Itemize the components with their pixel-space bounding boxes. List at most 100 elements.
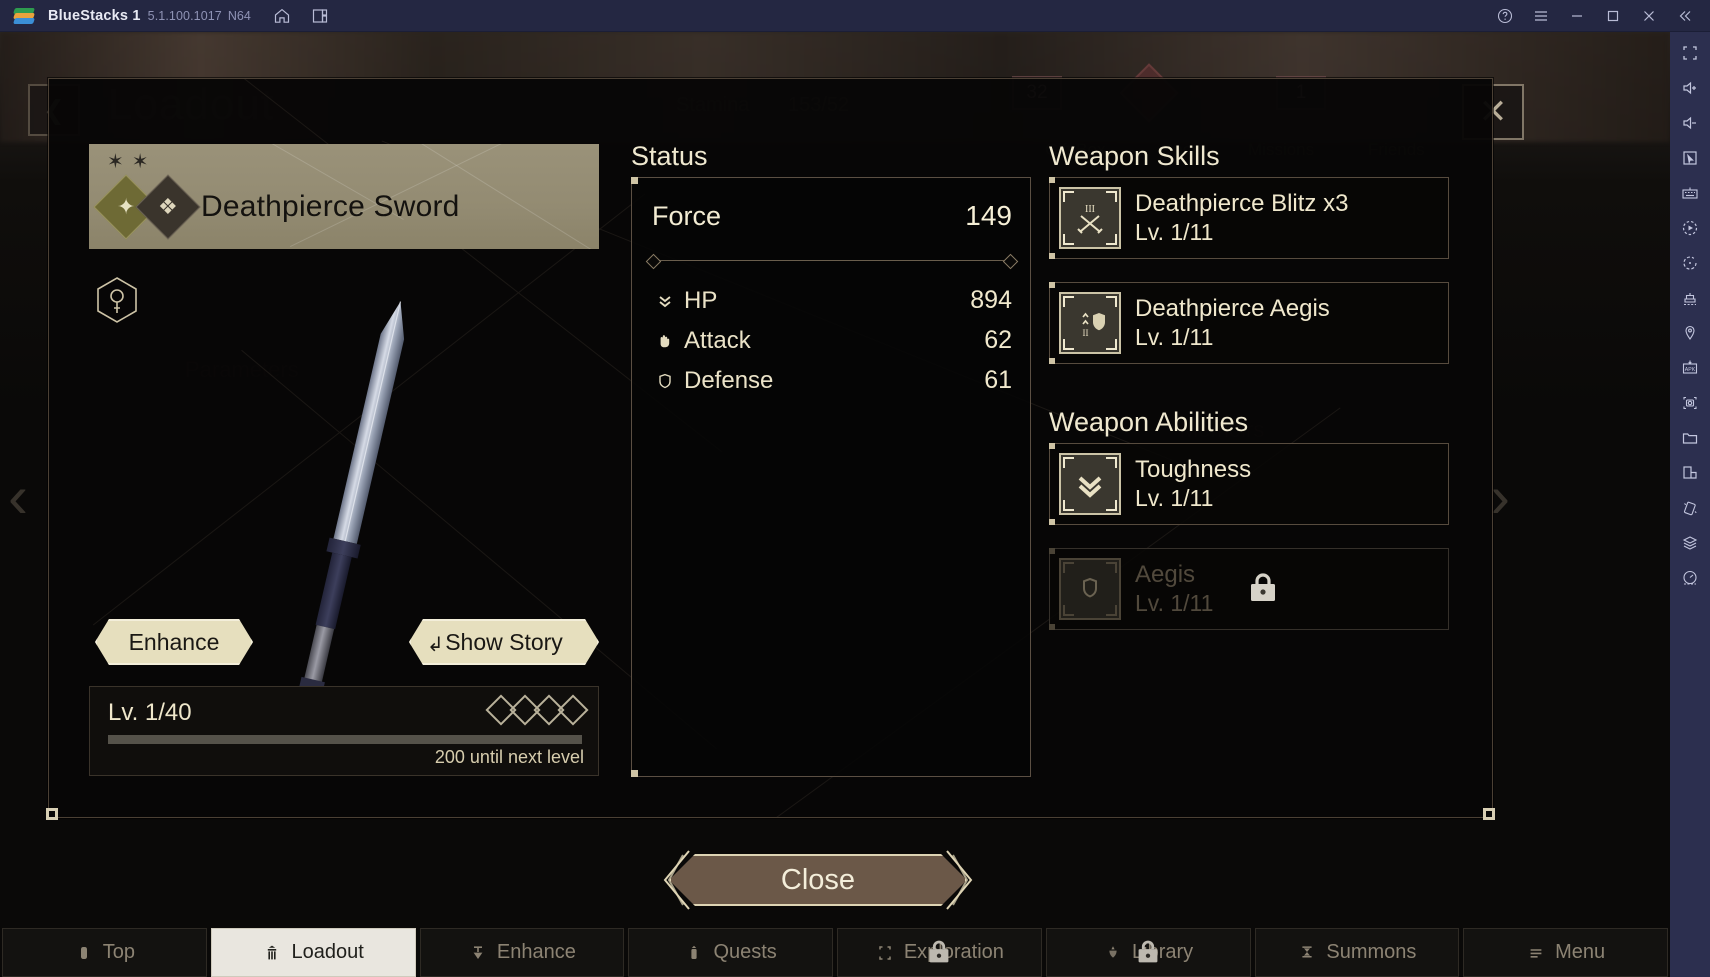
- summons-icon: [1297, 944, 1317, 962]
- card-corner-tl: [1049, 443, 1055, 449]
- home-icon[interactable]: [267, 4, 297, 28]
- stat-label: Attack: [684, 326, 751, 354]
- exploration-icon: [875, 944, 895, 962]
- background-carousel-prev[interactable]: ‹: [8, 462, 28, 531]
- tilt-icon[interactable]: [1677, 495, 1703, 521]
- show-story-button[interactable]: ↲ Show Story: [409, 619, 599, 665]
- enhance-icon: [468, 944, 488, 962]
- skill-level: Lv. 1/11: [1135, 324, 1214, 350]
- shield-icon: [1059, 558, 1121, 620]
- attack-fist-icon: [652, 332, 678, 350]
- svg-text:APK: APK: [1685, 367, 1696, 373]
- library-icon: [1103, 944, 1123, 962]
- nav-tab-menu[interactable]: Menu: [1463, 928, 1668, 977]
- weapon-exp-bar: [108, 735, 582, 744]
- weapon-ability-card[interactable]: Toughness Lv. 1/11: [1049, 443, 1449, 525]
- ability-name: Aegis: [1135, 561, 1196, 588]
- weapon-name: Deathpierce Sword: [201, 190, 460, 223]
- double-chevron-down-icon: [1059, 453, 1121, 515]
- status-panel: Force 149 HP 894 Attack 62 Defense 61: [631, 177, 1031, 777]
- nav-tab-label: Quests: [713, 941, 777, 963]
- close-button-wrap: Close: [661, 849, 975, 911]
- nav-tab-loadout[interactable]: Loadout: [210, 928, 416, 977]
- status-divider: [652, 260, 1012, 261]
- limit-break-slot-icon: [557, 694, 589, 726]
- status-corner-tl: [631, 177, 638, 184]
- skill-level: Lv. 1/11: [1135, 219, 1214, 245]
- macro-record-icon[interactable]: [1677, 215, 1703, 241]
- stat-row-attack: Attack 62: [652, 326, 1012, 355]
- performance-icon[interactable]: [1677, 565, 1703, 591]
- weapon-skill-card[interactable]: III Deathpierce Blitz x3 Lv. 1/11: [1049, 177, 1449, 259]
- nav-tab-label: Enhance: [496, 941, 576, 963]
- app-title: BlueStacks 1: [48, 7, 141, 24]
- shake-icon[interactable]: [1677, 285, 1703, 311]
- copy-to-pc-icon[interactable]: [1677, 460, 1703, 486]
- nav-tab-top[interactable]: Top: [2, 928, 207, 977]
- keyboard-controls-icon[interactable]: [1677, 180, 1703, 206]
- card-corner-bl: [1049, 358, 1055, 364]
- media-folder-icon[interactable]: [1677, 425, 1703, 451]
- nav-tab-label: Top: [102, 941, 135, 963]
- show-story-label: Show Story: [445, 628, 563, 655]
- card-corner-bl: [1049, 624, 1055, 630]
- lock-icon: [1132, 936, 1164, 968]
- status-section-title: Status: [631, 141, 708, 171]
- app-version: 5.1.100.1017: [147, 8, 222, 23]
- layers-icon[interactable]: [1677, 530, 1703, 556]
- cursor-icon[interactable]: [1677, 145, 1703, 171]
- volume-up-icon[interactable]: [1677, 75, 1703, 101]
- nav-tab-library: Library: [1045, 928, 1251, 977]
- help-icon[interactable]: [1490, 4, 1520, 28]
- lock-icon: [923, 936, 955, 968]
- ability-level: Lv. 1/11: [1135, 485, 1214, 511]
- rarity-star-icon: ✶: [131, 151, 149, 173]
- menu-lines-icon: [1526, 944, 1546, 962]
- multi-instance-icon[interactable]: [305, 4, 335, 28]
- top-icon: [74, 944, 94, 962]
- nav-tab-label: Summons: [1326, 941, 1417, 963]
- weapon-ability-card-locked: Aegis Lv. 1/11: [1049, 548, 1449, 630]
- nav-tab-summons[interactable]: Summons: [1254, 928, 1460, 977]
- card-corner-tl: [1049, 282, 1055, 288]
- window-titlebar: BlueStacks 1 5.1.100.1017 N64: [0, 0, 1710, 32]
- game-viewport: Loadout Stamina 153/52 32 1 Gift Box Sho…: [0, 32, 1670, 977]
- force-label: Force: [652, 201, 722, 231]
- back-arrow-icon: ↲: [427, 634, 444, 656]
- screenshot-icon[interactable]: [1677, 390, 1703, 416]
- force-value: 149: [965, 200, 1012, 231]
- weapon-skill-card[interactable]: II Deathpierce Aegis Lv. 1/11: [1049, 282, 1449, 364]
- volume-down-icon[interactable]: [1677, 110, 1703, 136]
- location-icon[interactable]: [1677, 320, 1703, 346]
- skill-name: Deathpierce Blitz x3: [1135, 190, 1349, 217]
- nav-tab-enhance[interactable]: Enhance: [419, 928, 625, 977]
- bottom-navigation: Top Loadout Enhance Quests Exploration L…: [0, 928, 1670, 977]
- enhance-button[interactable]: Enhance: [95, 619, 253, 665]
- stat-row-defense: Defense 61: [652, 366, 1012, 395]
- rotate-icon[interactable]: [1677, 250, 1703, 276]
- nav-tab-quests[interactable]: Quests: [628, 928, 833, 977]
- loadout-icon: [262, 944, 282, 962]
- menu-icon[interactable]: [1526, 4, 1556, 28]
- nav-tab-exploration: Exploration: [837, 928, 1042, 977]
- fullscreen-icon[interactable]: [1677, 40, 1703, 66]
- bluestacks-sidebar: APK: [1670, 32, 1710, 977]
- install-apk-icon[interactable]: APK: [1677, 355, 1703, 381]
- close-icon[interactable]: [1634, 4, 1664, 28]
- status-corner-bl: [631, 770, 638, 777]
- card-corner-tl: [1049, 548, 1055, 554]
- limit-break-slots: [485, 694, 589, 726]
- collapse-sidebar-icon[interactable]: [1670, 4, 1700, 28]
- modal-corner-bottom-right: [1483, 808, 1495, 820]
- stat-label: Defense: [684, 366, 774, 394]
- close-button[interactable]: Close: [669, 854, 967, 906]
- maximize-icon[interactable]: [1598, 4, 1628, 28]
- weapon-level-label: Lv. 1/40: [108, 699, 192, 726]
- weapon-slot-hex-icon: [91, 274, 143, 326]
- weapon-exp-remaining: 200 until next level: [434, 747, 584, 767]
- stat-value: 894: [970, 286, 1012, 314]
- ability-name: Toughness: [1135, 456, 1252, 483]
- weapon-detail-modal: ✶ ✶ ✦ ❖ Deathpierce Sword Enhance ↲ Show…: [46, 78, 1495, 910]
- minimize-icon[interactable]: [1562, 4, 1592, 28]
- weapon-level-panel: Lv. 1/40 200 until next level: [89, 686, 599, 776]
